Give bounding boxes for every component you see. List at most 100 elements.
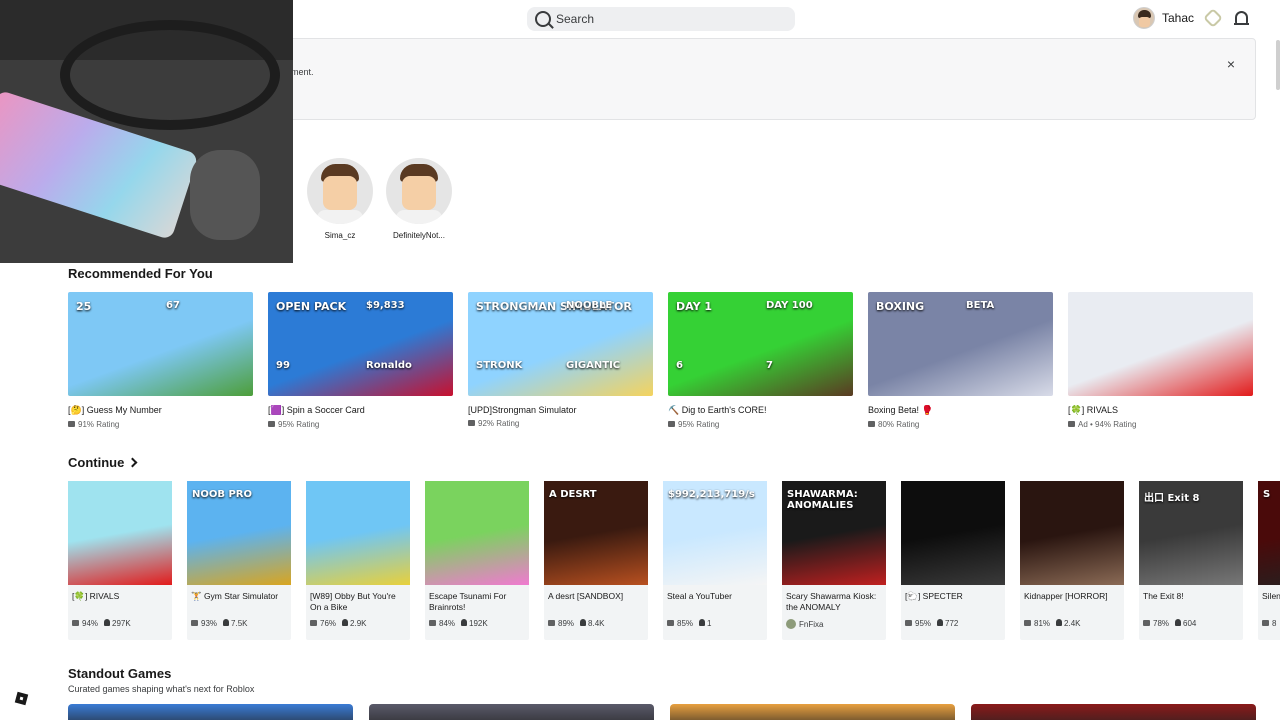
game-card[interactable]: STRONGMAN SIMULATOR NOOBLE STRONK GIGANTIC[… [468, 292, 653, 428]
game-stats: 89% 8.4K [544, 613, 648, 628]
players-icon [461, 619, 468, 626]
game-card[interactable]: OPEN PACK $9,833 99 Ronaldo [🟪] Spin a Socce… [268, 292, 453, 429]
game-thumbnail[interactable]: STRONGMAN SIMULATOR NOOBLE STRONK GIGANTIC [468, 292, 653, 396]
continue-game-card[interactable]: [🍀] RIVALS 94% 297K [68, 481, 172, 640]
game-stats: 8 [1258, 613, 1280, 628]
game-title[interactable]: Escape Tsunami For Brainrots! [425, 585, 529, 613]
friend-item[interactable]: Sima_cz [307, 158, 373, 240]
user-avatar[interactable] [1133, 7, 1155, 29]
thumbs-up-icon [1068, 421, 1075, 427]
thumb-text: DAY 1 [676, 300, 713, 313]
search-input[interactable] [556, 12, 776, 26]
game-thumbnail[interactable] [901, 481, 1005, 585]
game-title[interactable]: ⛏️ Dig to Earth's CORE! [668, 405, 853, 416]
search-bar[interactable] [527, 7, 795, 31]
continue-game-card[interactable]: Kidnapper [HORROR] 81% 2.4K [1020, 481, 1124, 640]
game-card[interactable]: BOXING BETA Boxing Beta! 🥊 80% Rating [868, 292, 1053, 429]
continue-title[interactable]: Continue [68, 455, 138, 470]
creator-name[interactable]: FnFixa [799, 620, 823, 629]
standout-game-card[interactable] [971, 704, 1256, 720]
creator-avatar-icon [786, 619, 796, 629]
game-title[interactable]: Boxing Beta! 🥊 [868, 405, 1053, 416]
standout-subtitle: Curated games shaping what's next for Ro… [68, 684, 255, 694]
friend-name: Sima_cz [324, 231, 356, 240]
game-stats: 78% 604 [1139, 613, 1243, 628]
thumbs-up-icon [868, 421, 875, 427]
game-title[interactable]: [UPD]Strongman Simulator [468, 405, 653, 415]
game-title[interactable]: Steal a YouTuber [663, 585, 767, 613]
robux-icon[interactable] [1203, 8, 1223, 28]
game-stats: 95% 772 [901, 613, 1005, 628]
game-title[interactable]: [🟪] Spin a Soccer Card [268, 405, 453, 416]
game-thumbnail[interactable]: DAY 1 DAY 100 6 7 [668, 292, 853, 396]
game-thumbnail[interactable] [1020, 481, 1124, 585]
thumb-text: STRONK [476, 360, 523, 371]
game-title[interactable]: [W89] Obby But You're On a Bike [306, 585, 410, 613]
chevron-right-icon[interactable] [127, 457, 138, 468]
game-thumbnail[interactable]: $992,213,719/s [663, 481, 767, 585]
continue-game-card[interactable]: [W89] Obby But You're On a Bike 76% 2.9K [306, 481, 410, 640]
players-icon [937, 619, 944, 626]
game-title[interactable]: [🤔] Guess My Number [68, 405, 253, 416]
thumbs-up-icon [68, 421, 75, 427]
continue-game-card[interactable]: $992,213,719/s Steal a YouTuber 85% 1 [663, 481, 767, 640]
game-thumbnail[interactable]: A DESRT [544, 481, 648, 585]
friend-avatar[interactable] [307, 158, 373, 224]
game-thumbnail[interactable] [68, 481, 172, 585]
game-stats: 76% 2.9K [306, 613, 410, 628]
user-menu[interactable]: Tahac [1133, 7, 1223, 29]
roblox-logo-icon[interactable] [14, 691, 29, 706]
friend-item[interactable]: DefinitelyNot... [386, 158, 452, 240]
game-title[interactable]: Silen [HO [1258, 585, 1280, 613]
game-thumbnail[interactable]: BOXING BETA [868, 292, 1053, 396]
continue-game-card[interactable]: SHAWARMA: ANOMALIES Scary Shawarma Kiosk:… [782, 481, 886, 640]
continue-game-card[interactable]: NOOB PRO 🏋️ Gym Star Simulator 93% 7.5K [187, 481, 291, 640]
continue-title-label[interactable]: Continue [68, 455, 124, 470]
game-title[interactable]: Kidnapper [HORROR] [1020, 585, 1124, 613]
continue-game-card[interactable]: 出口 Exit 8 The Exit 8! 78% 604 [1139, 481, 1243, 640]
thumb-text: Ronaldo [366, 360, 412, 371]
game-title[interactable]: 🏋️ Gym Star Simulator [187, 585, 291, 613]
friend-avatar[interactable] [386, 158, 452, 224]
game-thumbnail[interactable]: 出口 Exit 8 [1139, 481, 1243, 585]
close-icon[interactable]: × [1227, 57, 1235, 71]
players-icon [1056, 619, 1063, 626]
standout-game-card[interactable] [369, 704, 654, 720]
standout-game-card[interactable] [670, 704, 955, 720]
game-title[interactable]: The Exit 8! [1139, 585, 1243, 613]
game-title[interactable]: [🐑] SPECTER [901, 585, 1005, 613]
game-thumbnail[interactable]: NOOB PRO [187, 481, 291, 585]
continue-game-card[interactable]: S Silen [HO 8 [1258, 481, 1280, 640]
continue-game-card[interactable]: [🐑] SPECTER 95% 772 [901, 481, 1005, 640]
thumbs-up-icon [667, 620, 674, 626]
bell-icon[interactable] [1234, 11, 1249, 25]
continue-game-card[interactable]: Escape Tsunami For Brainrots! 84% 192K [425, 481, 529, 640]
page-scrollbar[interactable] [1276, 40, 1280, 90]
webcam-ring-light [60, 20, 280, 130]
thumbs-up-icon [191, 620, 198, 626]
thumb-text: GIGANTIC [566, 360, 621, 371]
game-rating: 85% [677, 619, 694, 628]
game-title[interactable]: Scary Shawarma Kiosk: the ANOMALY [782, 585, 886, 613]
thumb-text: 67 [166, 300, 180, 311]
friend-name: DefinitelyNot... [392, 231, 446, 240]
game-thumbnail[interactable] [306, 481, 410, 585]
game-thumbnail[interactable]: 25 67 [68, 292, 253, 396]
game-rating: 80% Rating [868, 420, 1053, 429]
game-thumbnail[interactable]: S [1258, 481, 1280, 585]
game-card[interactable]: 25 67 [🤔] Guess My Number 91% Rating [68, 292, 253, 429]
game-thumbnail[interactable]: SHAWARMA: ANOMALIES [782, 481, 886, 585]
game-thumbnail[interactable] [425, 481, 529, 585]
thumb-text: BETA [966, 300, 995, 311]
username-label[interactable]: Tahac [1162, 11, 1194, 25]
game-thumbnail[interactable]: OPEN PACK $9,833 99 Ronaldo [268, 292, 453, 396]
continue-game-card[interactable]: A DESRT A desrt [SANDBOX] 89% 8.4K [544, 481, 648, 640]
game-thumbnail[interactable] [1068, 292, 1253, 396]
game-title[interactable]: [🍀] RIVALS [1068, 405, 1253, 416]
player-count: 772 [945, 619, 959, 628]
game-title[interactable]: [🍀] RIVALS [68, 585, 172, 613]
game-card[interactable]: [🍀] RIVALS Ad • 94% Rating [1068, 292, 1253, 429]
game-card[interactable]: DAY 1 DAY 100 6 7 ⛏️ Dig to Earth's CORE! 95%… [668, 292, 853, 429]
standout-game-card[interactable] [68, 704, 353, 720]
game-title[interactable]: A desrt [SANDBOX] [544, 585, 648, 613]
